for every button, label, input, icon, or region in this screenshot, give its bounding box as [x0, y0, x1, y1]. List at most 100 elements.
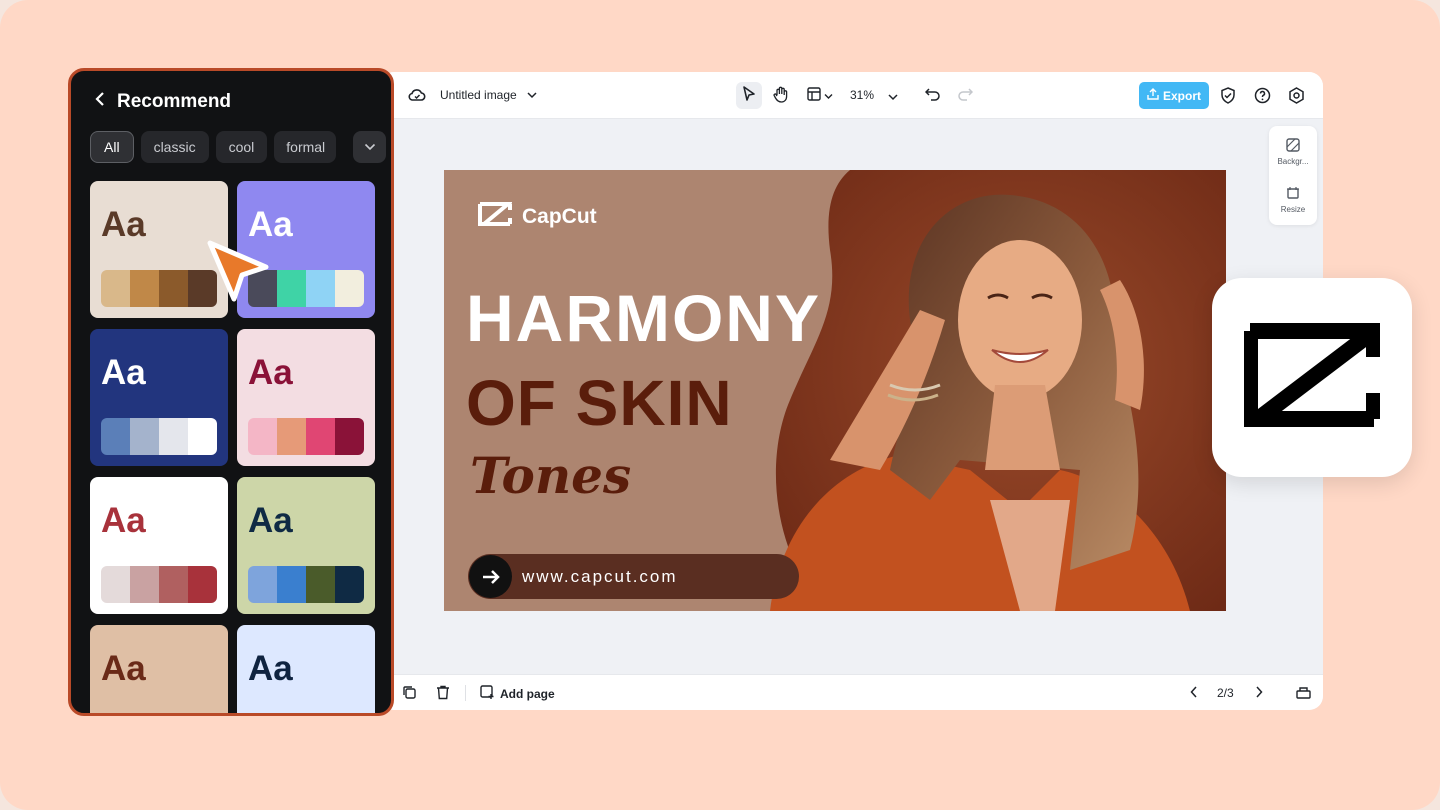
redo-button[interactable]	[957, 87, 974, 105]
color-swatch	[248, 418, 277, 455]
add-page-label: Add page	[500, 687, 555, 701]
zoom-value: 31%	[850, 88, 875, 102]
duplicate-page-button[interactable]	[402, 685, 417, 703]
color-swatch	[101, 566, 130, 603]
palette-card[interactable]: Aa	[237, 329, 375, 466]
color-swatch	[306, 566, 335, 603]
palette-card[interactable]: Aa	[237, 477, 375, 614]
export-button[interactable]: Export	[1139, 82, 1209, 109]
undo-icon	[924, 87, 941, 105]
divider	[465, 685, 466, 701]
color-swatch	[159, 418, 188, 455]
palette-sample-text: Aa	[101, 353, 146, 392]
resize-tool[interactable]: Resize	[1269, 186, 1317, 214]
prev-page-button[interactable]	[1190, 686, 1198, 701]
palette-card[interactable]: Aa	[90, 477, 228, 614]
canvas-brand-logo: CapCut	[478, 201, 597, 233]
palette-card[interactable]: Aa	[90, 625, 228, 713]
panel-title: Recommend	[117, 91, 232, 112]
chip-cool[interactable]: cool	[215, 131, 268, 163]
gear-icon	[1288, 87, 1305, 107]
tray-icon	[1296, 685, 1311, 702]
color-swatch	[188, 418, 217, 455]
capcut-logo-icon	[1234, 321, 1398, 434]
color-swatch	[248, 566, 277, 603]
panel-header: Recommend	[95, 91, 231, 113]
url-pill: www.capcut.com	[468, 554, 799, 599]
chevron-down-icon	[824, 89, 833, 103]
bottom-toolbar: Add page 2/3	[380, 674, 1323, 710]
more-chips-button[interactable]	[353, 131, 386, 163]
zoom-level[interactable]: 31%	[850, 88, 874, 102]
layout-dropdown-button[interactable]	[804, 82, 836, 109]
chip-classic[interactable]: classic	[140, 131, 209, 163]
add-page-icon	[480, 685, 495, 703]
headline-line2: OF SKIN	[466, 367, 733, 439]
color-swatch	[306, 270, 335, 307]
palette-swatches	[101, 418, 217, 455]
filter-chips: All classic cool formal	[90, 131, 337, 163]
trash-icon	[436, 685, 450, 703]
add-page-button[interactable]: Add page	[480, 685, 555, 703]
palette-sample-text: Aa	[248, 353, 293, 392]
delete-page-button[interactable]	[436, 685, 450, 703]
back-button[interactable]	[95, 91, 105, 113]
design-canvas[interactable]: CapCut HARMONY OF SKIN Tones www.capcut.…	[444, 170, 1226, 611]
page-panel-button[interactable]	[1296, 685, 1311, 702]
select-tool-button[interactable]	[736, 82, 762, 109]
export-label: Export	[1162, 88, 1201, 103]
color-swatch	[188, 566, 217, 603]
cursor-pointer-icon	[204, 237, 276, 310]
undo-button[interactable]	[924, 87, 941, 105]
color-swatch	[130, 270, 159, 307]
color-swatch	[277, 270, 306, 307]
background-icon	[1286, 138, 1300, 154]
chevron-right-icon	[1255, 686, 1263, 701]
color-swatch	[277, 418, 306, 455]
chevron-left-icon	[95, 91, 105, 112]
page-indicator: 2/3	[1217, 686, 1234, 700]
redo-icon	[957, 87, 974, 105]
capcut-app-logo-card	[1212, 278, 1412, 477]
color-swatch	[159, 270, 188, 307]
hand-icon	[773, 86, 789, 106]
doc-title-dropdown[interactable]: Untitled image	[440, 88, 537, 102]
palette-card[interactable]: Aa	[237, 625, 375, 713]
shield-button[interactable]	[1220, 87, 1236, 107]
arrow-right-icon	[469, 555, 512, 598]
side-tool-panel: Backgr... Resize	[1269, 126, 1317, 225]
palette-sample-text: Aa	[101, 205, 146, 244]
background-tool[interactable]: Backgr...	[1269, 138, 1317, 166]
capcut-logo-icon	[478, 201, 514, 233]
help-button[interactable]	[1254, 87, 1271, 107]
chip-formal[interactable]: formal	[274, 131, 337, 163]
chevron-down-icon	[888, 90, 898, 104]
shield-check-icon	[1220, 87, 1236, 107]
portrait-photo	[770, 170, 1226, 611]
palette-swatches	[248, 418, 364, 455]
palette-card[interactable]: Aa	[90, 329, 228, 466]
cloud-icon[interactable]	[408, 87, 426, 103]
palette-sample-text: Aa	[101, 501, 146, 540]
hand-tool-button[interactable]	[768, 82, 794, 109]
chip-all[interactable]: All	[90, 131, 134, 163]
color-swatch	[335, 418, 364, 455]
zoom-dropdown-button[interactable]	[888, 90, 898, 104]
editor-window: Untitled image 31% Export CapCut HARMONY…	[380, 72, 1323, 710]
color-swatch	[335, 566, 364, 603]
settings-button[interactable]	[1288, 87, 1305, 107]
url-text: www.capcut.com	[522, 566, 678, 586]
background-tool-label: Backgr...	[1277, 157, 1309, 166]
color-swatch	[130, 418, 159, 455]
color-swatch	[101, 270, 130, 307]
next-page-button[interactable]	[1255, 686, 1263, 701]
color-swatch	[101, 418, 130, 455]
top-toolbar: Untitled image 31% Export	[380, 72, 1323, 119]
palette-swatches	[101, 566, 217, 603]
color-swatch	[277, 566, 306, 603]
doc-title: Untitled image	[440, 88, 517, 102]
export-icon	[1147, 88, 1159, 103]
pointer-icon	[742, 86, 756, 105]
palette-swatches	[101, 270, 217, 307]
brand-name: CapCut	[522, 205, 597, 228]
